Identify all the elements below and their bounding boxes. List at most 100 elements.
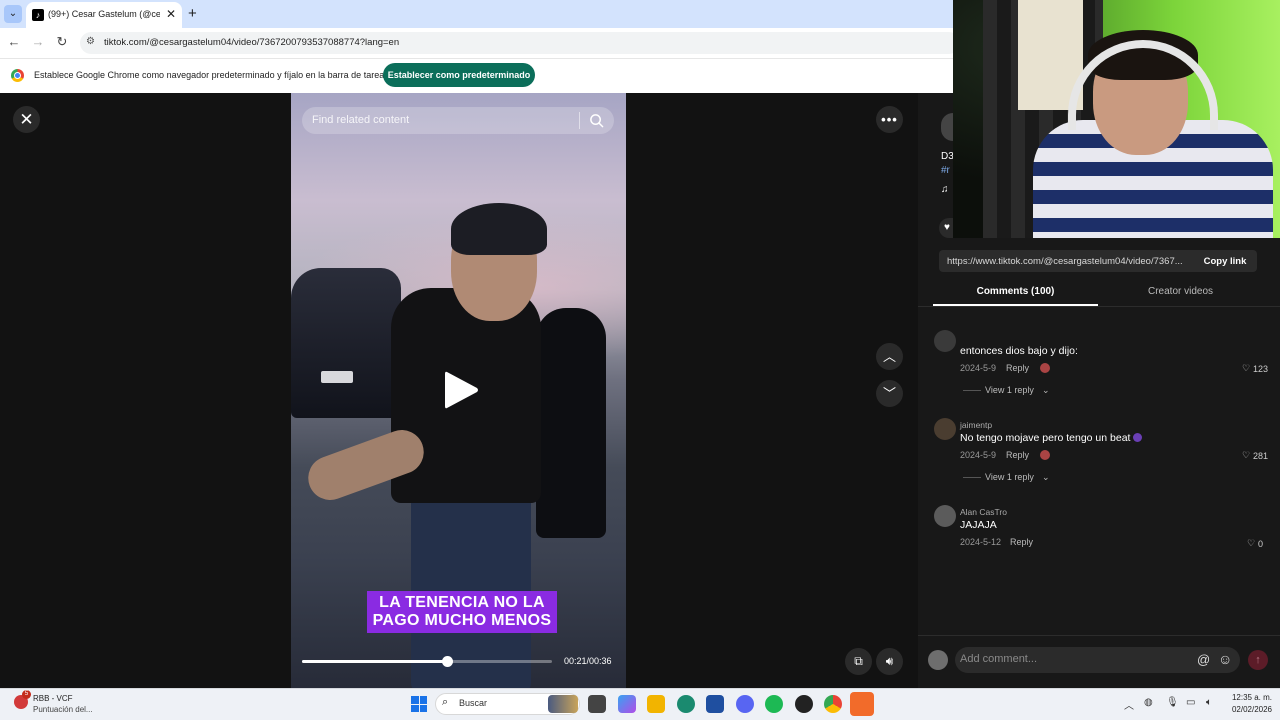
taskbar [0, 688, 1280, 720]
task-view-icon[interactable] [588, 695, 606, 713]
comment-avatar[interactable] [934, 505, 956, 527]
clock-time[interactable]: 12:35 a. m. [1226, 693, 1272, 702]
obs-icon[interactable] [795, 695, 813, 713]
tab-title: (99+) Cesar Gastelum (@cesarg [48, 9, 160, 19]
widget-subtitle[interactable]: Puntuación del... [33, 705, 93, 714]
tab-comments[interactable]: Comments (100) [933, 286, 1098, 297]
time-display: 00:21/00:36 [564, 656, 612, 666]
speaker-icon[interactable]: 🔈︎ [1206, 697, 1212, 708]
comment-username[interactable]: Alan CasTro [960, 507, 1007, 517]
comment-like-count: 281 [1253, 451, 1269, 461]
file-explorer-icon[interactable] [647, 695, 665, 713]
reload-icon[interactable]: ↻ [53, 34, 71, 50]
music-note-icon[interactable]: ♫ [941, 184, 949, 195]
video-caption: LA TENENCIA NO LA PAGO MUCHO MENOS [367, 591, 557, 633]
caption-line-2: PAGO MUCHO MENOS [372, 612, 552, 629]
related-search-placeholder: Find related content [312, 114, 410, 126]
browser-tab[interactable]: ♪ (99+) Cesar Gastelum (@cesarg ✕ [26, 2, 182, 28]
spotify-icon[interactable] [765, 695, 783, 713]
play-icon[interactable] [441, 368, 481, 412]
comment-text: JAJAJA [960, 519, 997, 531]
comment-like-heart-icon[interactable]: ♡ [1242, 363, 1250, 374]
forward-icon[interactable]: → [29, 34, 47, 49]
edge-icon[interactable] [677, 695, 695, 713]
discord-icon[interactable] [736, 695, 754, 713]
progress-handle[interactable] [442, 656, 453, 667]
search-divider [579, 112, 580, 129]
close-player-button[interactable]: ✕ [13, 106, 40, 133]
video-hashtag[interactable]: #r [941, 165, 950, 176]
creator-liked-avatar [1040, 363, 1050, 373]
site-info-icon[interactable]: ⚙ [86, 36, 95, 47]
windows-start-icon[interactable] [411, 696, 427, 712]
video-description: D3 [941, 151, 954, 162]
emoji-icon[interactable]: ☺ [1218, 651, 1232, 667]
network-icon[interactable]: ◍ [1144, 697, 1153, 708]
chevron-down-icon[interactable]: ⌄ [1042, 472, 1050, 483]
comment-reply-button[interactable]: Reply [1010, 537, 1033, 547]
search-icon[interactable] [589, 113, 604, 128]
video-car-plate [321, 371, 353, 383]
infobar-text: Establece Google Chrome como navegador p… [34, 70, 389, 80]
webcam-overlay [953, 0, 1280, 238]
comment-reply-button[interactable]: Reply [1006, 450, 1029, 460]
comment-avatar[interactable] [934, 418, 956, 440]
chrome-taskbar-icon[interactable] [824, 695, 842, 713]
volume-button[interactable]: 🔊︎ [876, 648, 903, 675]
taskbar-search-icon: ⌕ [442, 696, 449, 708]
display-icon[interactable]: ▭ [1186, 697, 1195, 708]
chevron-down-icon[interactable]: ⌄ [1042, 385, 1050, 396]
search-highlight-icon[interactable] [548, 695, 578, 713]
url-text: tiktok.com/@cesargastelum04/video/736720… [104, 37, 400, 48]
new-tab-icon[interactable]: + [188, 5, 197, 22]
send-comment-button[interactable]: ↑ [1248, 650, 1268, 670]
chrome-logo-icon [11, 69, 24, 82]
copilot-icon[interactable] [618, 695, 636, 713]
set-default-button[interactable]: Establecer como predeterminado [383, 63, 535, 87]
clock-date[interactable]: 02/02/2026 [1226, 705, 1272, 714]
tabs-divider [918, 306, 1280, 307]
comment-date: 2024-5-9 [960, 450, 997, 460]
store-icon[interactable] [706, 695, 724, 713]
previous-video-button[interactable]: ︿ [876, 343, 903, 370]
comment-like-heart-icon[interactable]: ♡ [1247, 538, 1255, 549]
tab-creator-videos[interactable]: Creator videos [1098, 286, 1263, 297]
microphone-icon[interactable]: 🎙︎ [1166, 697, 1179, 708]
comment-bar-divider [918, 635, 1280, 636]
chevron-up-icon[interactable]: ︿ [1124, 697, 1134, 712]
comment-placeholder: Add comment... [960, 653, 1038, 665]
next-video-button[interactable]: ﹀ [876, 380, 903, 407]
video-person-cap [451, 203, 547, 255]
picture-in-picture-button[interactable]: ⧉ [845, 648, 872, 675]
replies-line [963, 390, 981, 391]
widget-title[interactable]: RBB - VCF [33, 694, 73, 703]
view-replies-button[interactable]: View 1 reply [985, 385, 1034, 395]
share-url: https://www.tiktok.com/@cesargastelum04/… [947, 256, 1183, 267]
my-avatar [928, 650, 948, 670]
creator-liked-avatar [1040, 450, 1050, 460]
back-icon[interactable]: ← [5, 34, 23, 49]
caption-line-1: LA TENENCIA NO LA [379, 594, 545, 611]
video-background-person [536, 308, 606, 538]
replies-line [963, 477, 981, 478]
copy-link-button[interactable]: Copy link [1195, 256, 1255, 267]
comment-date: 2024-5-12 [960, 537, 1002, 547]
comment-like-heart-icon[interactable]: ♡ [1242, 450, 1250, 461]
comment-like-count: 123 [1253, 364, 1269, 374]
close-tab-icon[interactable]: ✕ [166, 7, 176, 21]
comment-avatar[interactable] [934, 330, 956, 352]
comment-date: 2024-5-9 [960, 363, 997, 373]
video-car [291, 268, 401, 418]
app-icon[interactable] [850, 692, 874, 716]
progress-fill [302, 660, 447, 663]
tiktok-favicon-icon: ♪ [32, 9, 44, 21]
comment-username[interactable]: jaimentp [960, 420, 992, 430]
mention-icon[interactable]: @ [1197, 652, 1210, 667]
view-replies-button[interactable]: View 1 reply [985, 472, 1034, 482]
more-options-button[interactable]: ••• [876, 106, 903, 133]
comment-reply-button[interactable]: Reply [1006, 363, 1029, 373]
widget-badge: 5 [22, 690, 31, 699]
tab-search-menu-icon[interactable]: ⌄ [4, 5, 22, 23]
taskbar-search-text: Buscar [459, 698, 488, 708]
comment-text: entonces dios bajo y dijo: [960, 345, 1078, 357]
